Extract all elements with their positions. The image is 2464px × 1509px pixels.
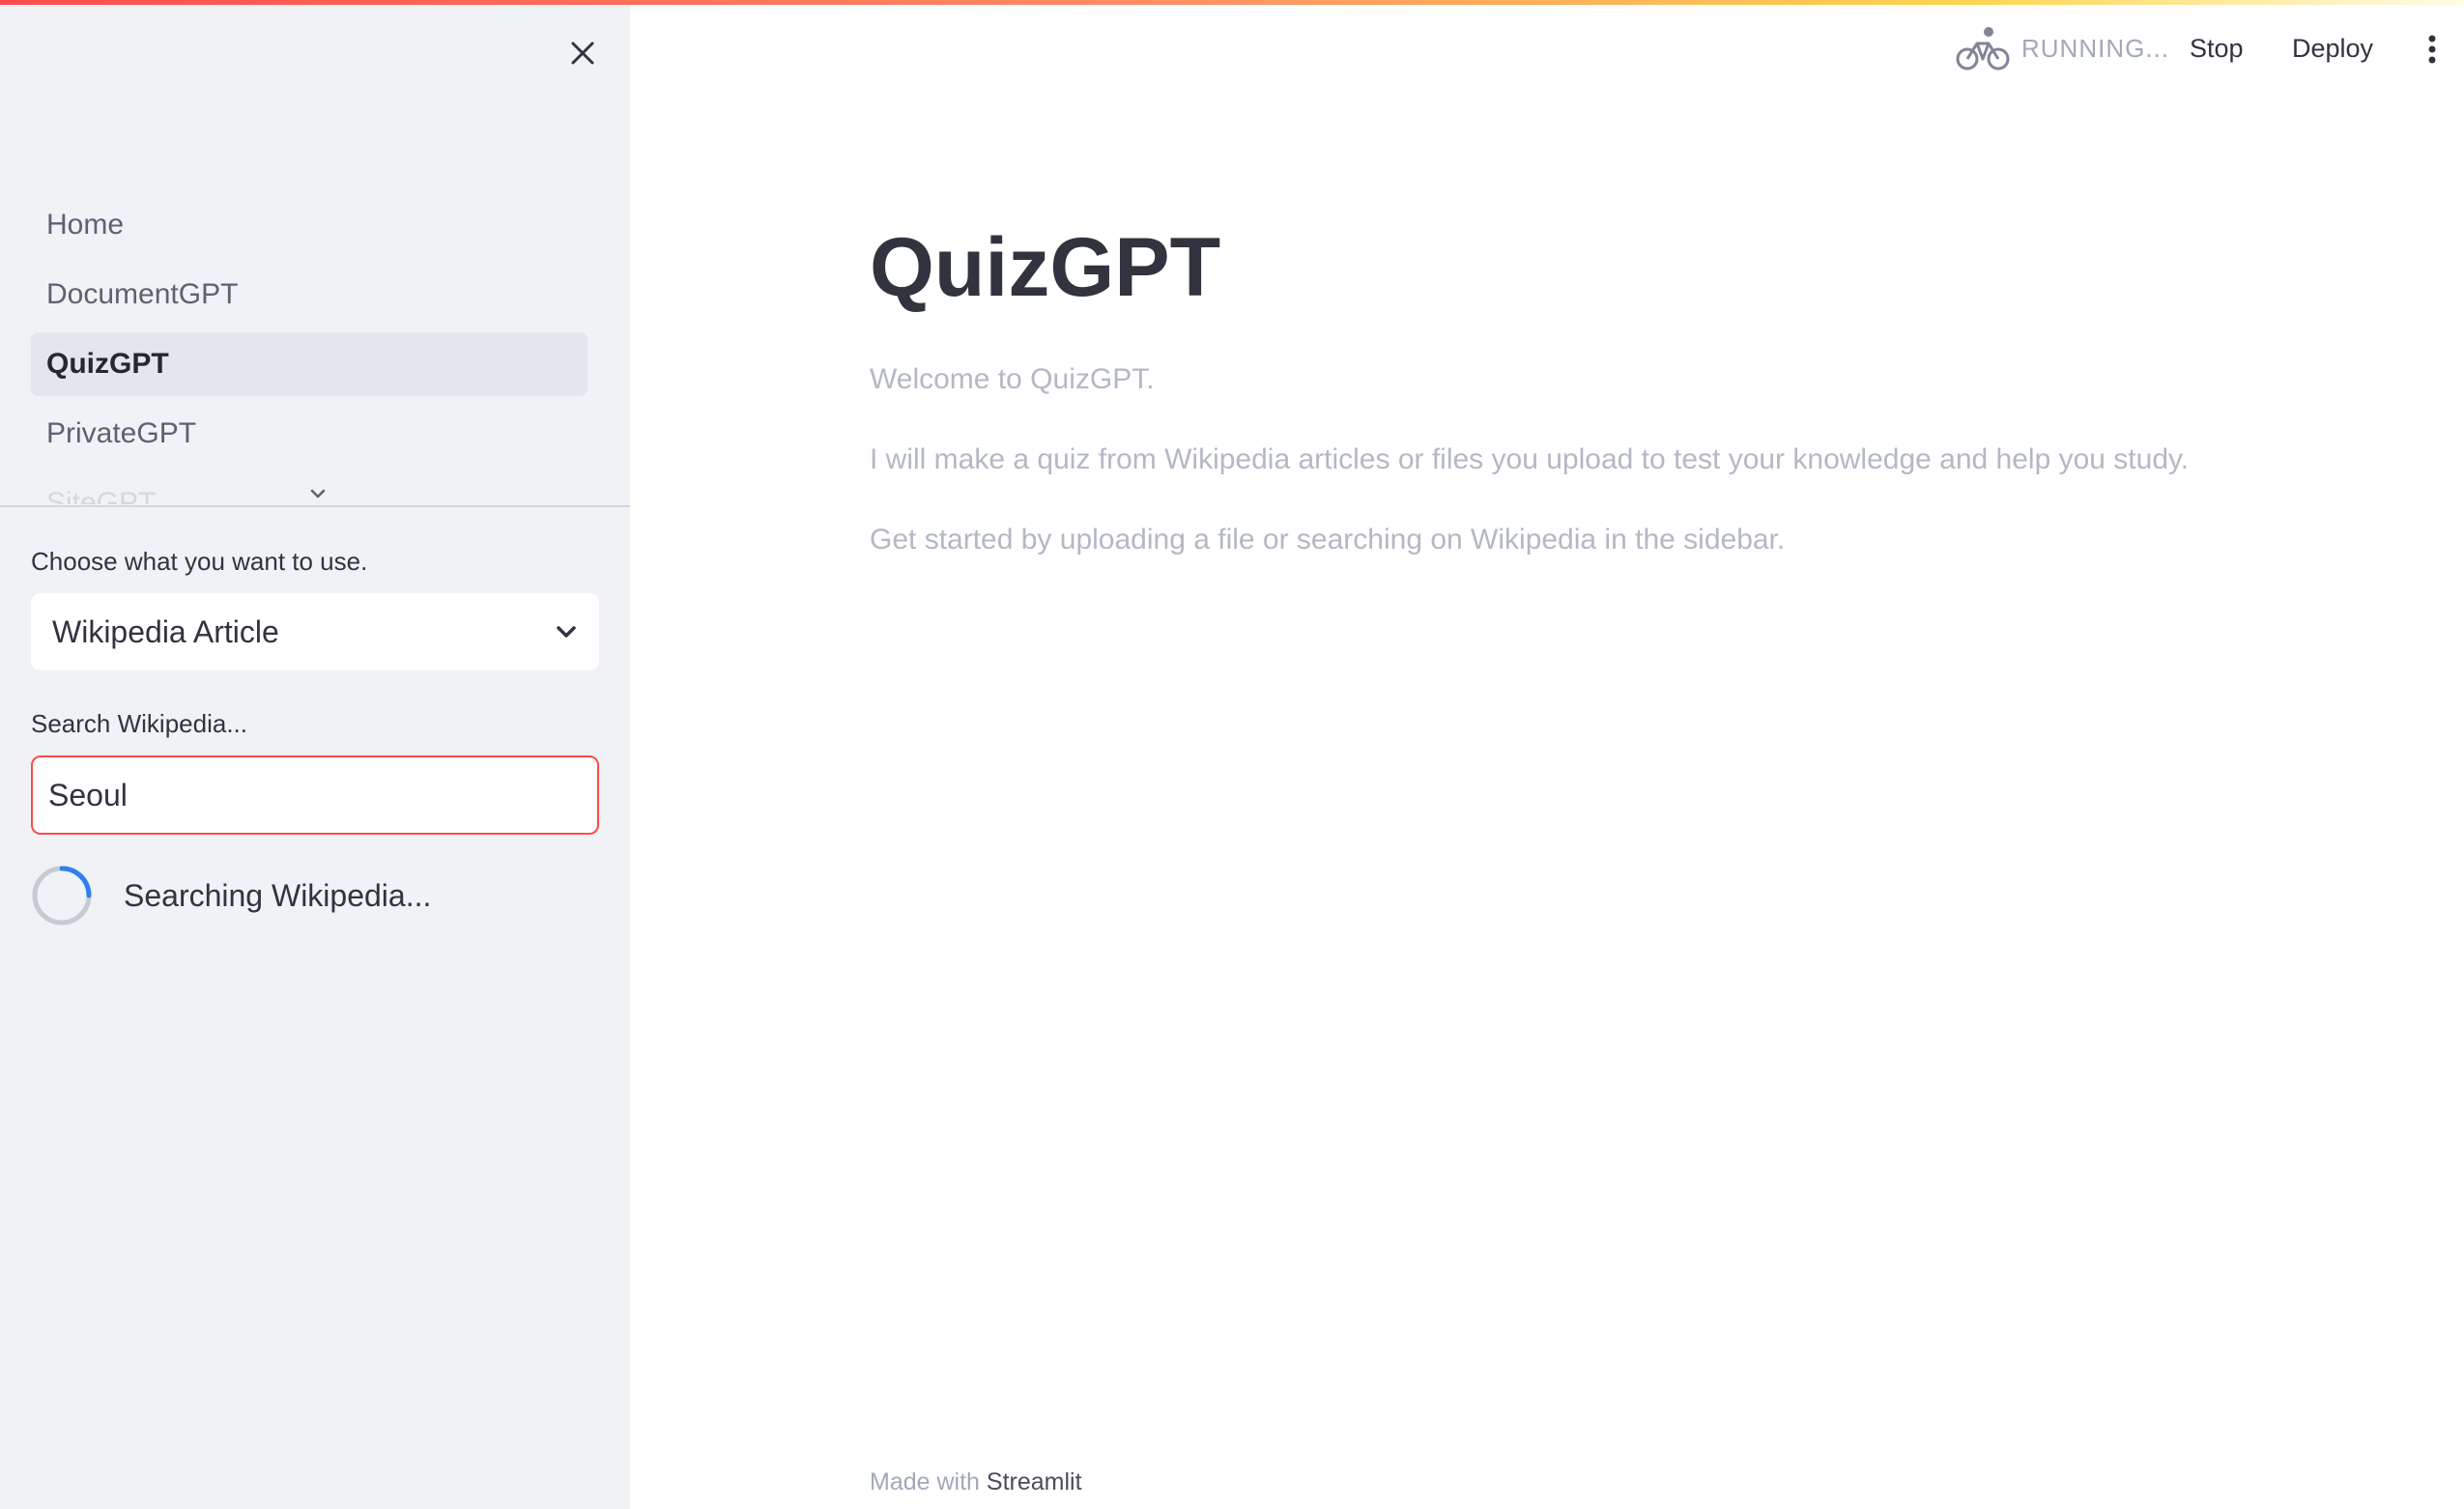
close-icon (571, 42, 594, 65)
top-progress-bar (0, 0, 2464, 5)
close-sidebar-button[interactable] (562, 33, 603, 73)
sidebar-item-quizgpt[interactable]: QuizGPT (31, 332, 587, 396)
nav-expand-button[interactable] (303, 479, 332, 508)
sidebar-item-documentgpt[interactable]: DocumentGPT (31, 263, 587, 327)
kebab-menu-icon (2428, 35, 2436, 64)
description-paragraph: I will make a quiz from Wikipedia articl… (870, 443, 2190, 475)
nav-divider (0, 505, 630, 507)
intro-paragraph: Welcome to QuizGPT. (870, 363, 1155, 395)
status-text: RUNNING... (2021, 34, 2169, 63)
sidebar-item-home[interactable]: Home (31, 193, 587, 257)
chevron-down-icon (310, 489, 326, 498)
app-header: RUNNING... Stop Deploy (630, 5, 2464, 94)
sidebar-nav: Home DocumentGPT QuizGPT PrivateGPT Site… (31, 193, 587, 504)
streamlit-link[interactable]: Streamlit (987, 1468, 1082, 1495)
footer-prefix: Made with (870, 1468, 980, 1495)
source-select-value: Wikipedia Article (52, 613, 279, 649)
instructions-paragraph: Get started by uploading a file or searc… (870, 524, 1786, 555)
sidebar-item-privategpt[interactable]: PrivateGPT (31, 402, 587, 466)
spinner-icon (32, 866, 92, 925)
footer: Made with Streamlit (870, 1468, 1082, 1496)
bicycle-icon (1956, 27, 2010, 71)
choose-label: Choose what you want to use. (31, 547, 368, 576)
stop-button[interactable]: Stop (2190, 34, 2244, 64)
page-title: QuizGPT (870, 221, 1221, 314)
search-input[interactable] (31, 755, 599, 835)
search-label: Search Wikipedia... (31, 709, 247, 738)
loading-indicator: Searching Wikipedia... (31, 864, 431, 927)
spinner-text: Searching Wikipedia... (124, 877, 432, 913)
sidebar: Home DocumentGPT QuizGPT PrivateGPT Site… (0, 0, 630, 1509)
deploy-button[interactable]: Deploy (2292, 34, 2373, 64)
chevron-down-icon (557, 626, 576, 638)
main-menu-button[interactable] (2418, 30, 2447, 69)
source-select[interactable]: Wikipedia Article (31, 593, 599, 670)
